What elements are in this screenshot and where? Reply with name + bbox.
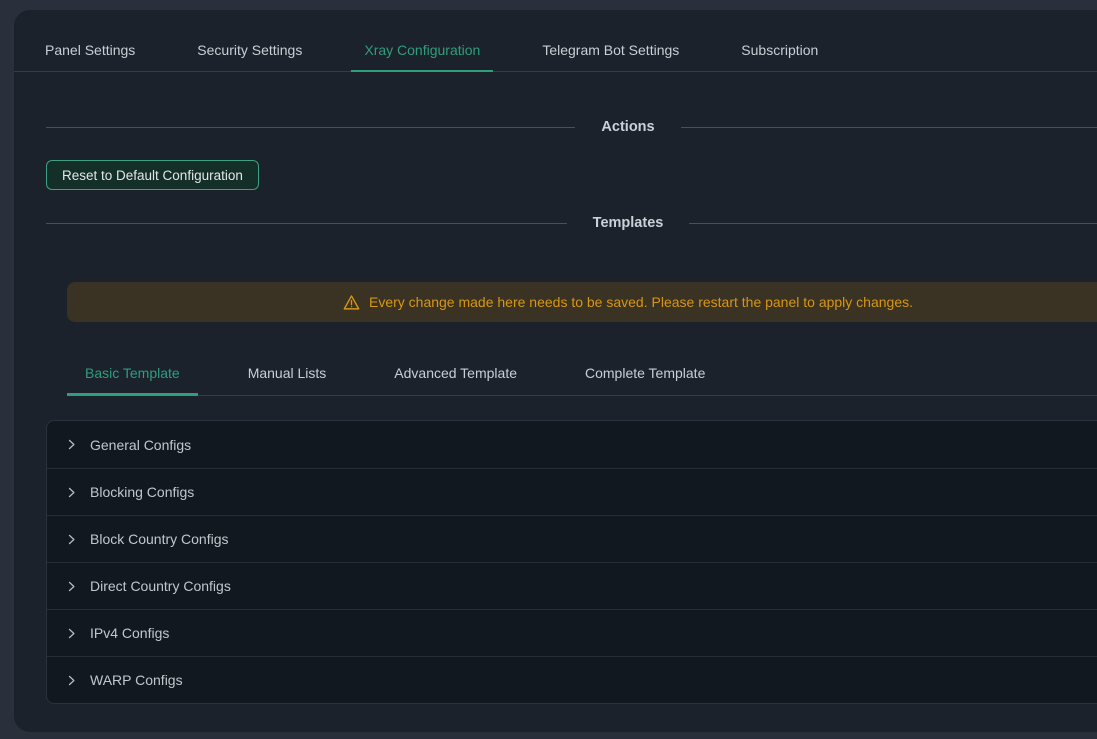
warning-triangle-icon bbox=[343, 294, 360, 311]
templates-section-title: Templates bbox=[567, 214, 690, 232]
chevron-right-icon bbox=[66, 581, 77, 592]
xray-configuration-content: Actions Reset to Default Configuration T… bbox=[14, 118, 1097, 704]
settings-card: Panel Settings Security Settings Xray Conf… bbox=[14, 10, 1097, 732]
actions-section-title: Actions bbox=[575, 118, 680, 136]
collapse-item-general-configs[interactable]: General Configs bbox=[47, 421, 1097, 468]
collapse-item-warp-configs[interactable]: WARP Configs bbox=[47, 656, 1097, 703]
divider-line bbox=[689, 223, 1097, 224]
main-tab-bar: Panel Settings Security Settings Xray Conf… bbox=[14, 10, 1097, 72]
restart-warning-alert: Every change made here needs to be saved… bbox=[67, 282, 1097, 322]
tab-subscription[interactable]: Subscription bbox=[728, 42, 831, 71]
templates-divider: Templates bbox=[46, 214, 1097, 232]
divider-line bbox=[681, 127, 1097, 128]
tab-advanced-template[interactable]: Advanced Template bbox=[376, 365, 535, 395]
tab-basic-template[interactable]: Basic Template bbox=[67, 365, 198, 395]
template-tab-bar: Basic Template Manual Lists Advanced Templ… bbox=[67, 354, 1097, 396]
xray-configuration-page: { "tabs_top": { "items": ["Panel Setting… bbox=[0, 0, 1097, 739]
config-collapse-list: General Configs Blocking Configs Block Cou… bbox=[46, 420, 1097, 704]
tab-xray-configuration[interactable]: Xray Configuration bbox=[351, 42, 493, 71]
reset-to-default-configuration-button[interactable]: Reset to Default Configuration bbox=[46, 160, 259, 190]
chevron-right-icon bbox=[66, 534, 77, 545]
tab-telegram-bot-settings[interactable]: Telegram Bot Settings bbox=[529, 42, 692, 71]
collapse-item-label: General Configs bbox=[90, 437, 191, 453]
collapse-item-label: WARP Configs bbox=[90, 672, 183, 688]
chevron-right-icon bbox=[66, 439, 77, 450]
collapse-item-ipv4-configs[interactable]: IPv4 Configs bbox=[47, 609, 1097, 656]
collapse-item-label: Block Country Configs bbox=[90, 531, 229, 547]
chevron-right-icon bbox=[66, 675, 77, 686]
tab-complete-template[interactable]: Complete Template bbox=[567, 365, 723, 395]
actions-divider: Actions bbox=[46, 118, 1097, 136]
collapse-item-label: Blocking Configs bbox=[90, 484, 194, 500]
collapse-item-label: IPv4 Configs bbox=[90, 625, 169, 641]
collapse-item-blocking-configs[interactable]: Blocking Configs bbox=[47, 468, 1097, 515]
tab-panel-settings[interactable]: Panel Settings bbox=[32, 42, 148, 71]
chevron-right-icon bbox=[66, 628, 77, 639]
collapse-item-label: Direct Country Configs bbox=[90, 578, 231, 594]
divider-line bbox=[46, 223, 567, 224]
divider-line bbox=[46, 127, 575, 128]
tab-manual-lists[interactable]: Manual Lists bbox=[230, 365, 345, 395]
restart-warning-text: Every change made here needs to be saved… bbox=[369, 294, 913, 310]
collapse-item-block-country-configs[interactable]: Block Country Configs bbox=[47, 515, 1097, 562]
tab-security-settings[interactable]: Security Settings bbox=[184, 42, 315, 71]
collapse-item-direct-country-configs[interactable]: Direct Country Configs bbox=[47, 562, 1097, 609]
chevron-right-icon bbox=[66, 487, 77, 498]
